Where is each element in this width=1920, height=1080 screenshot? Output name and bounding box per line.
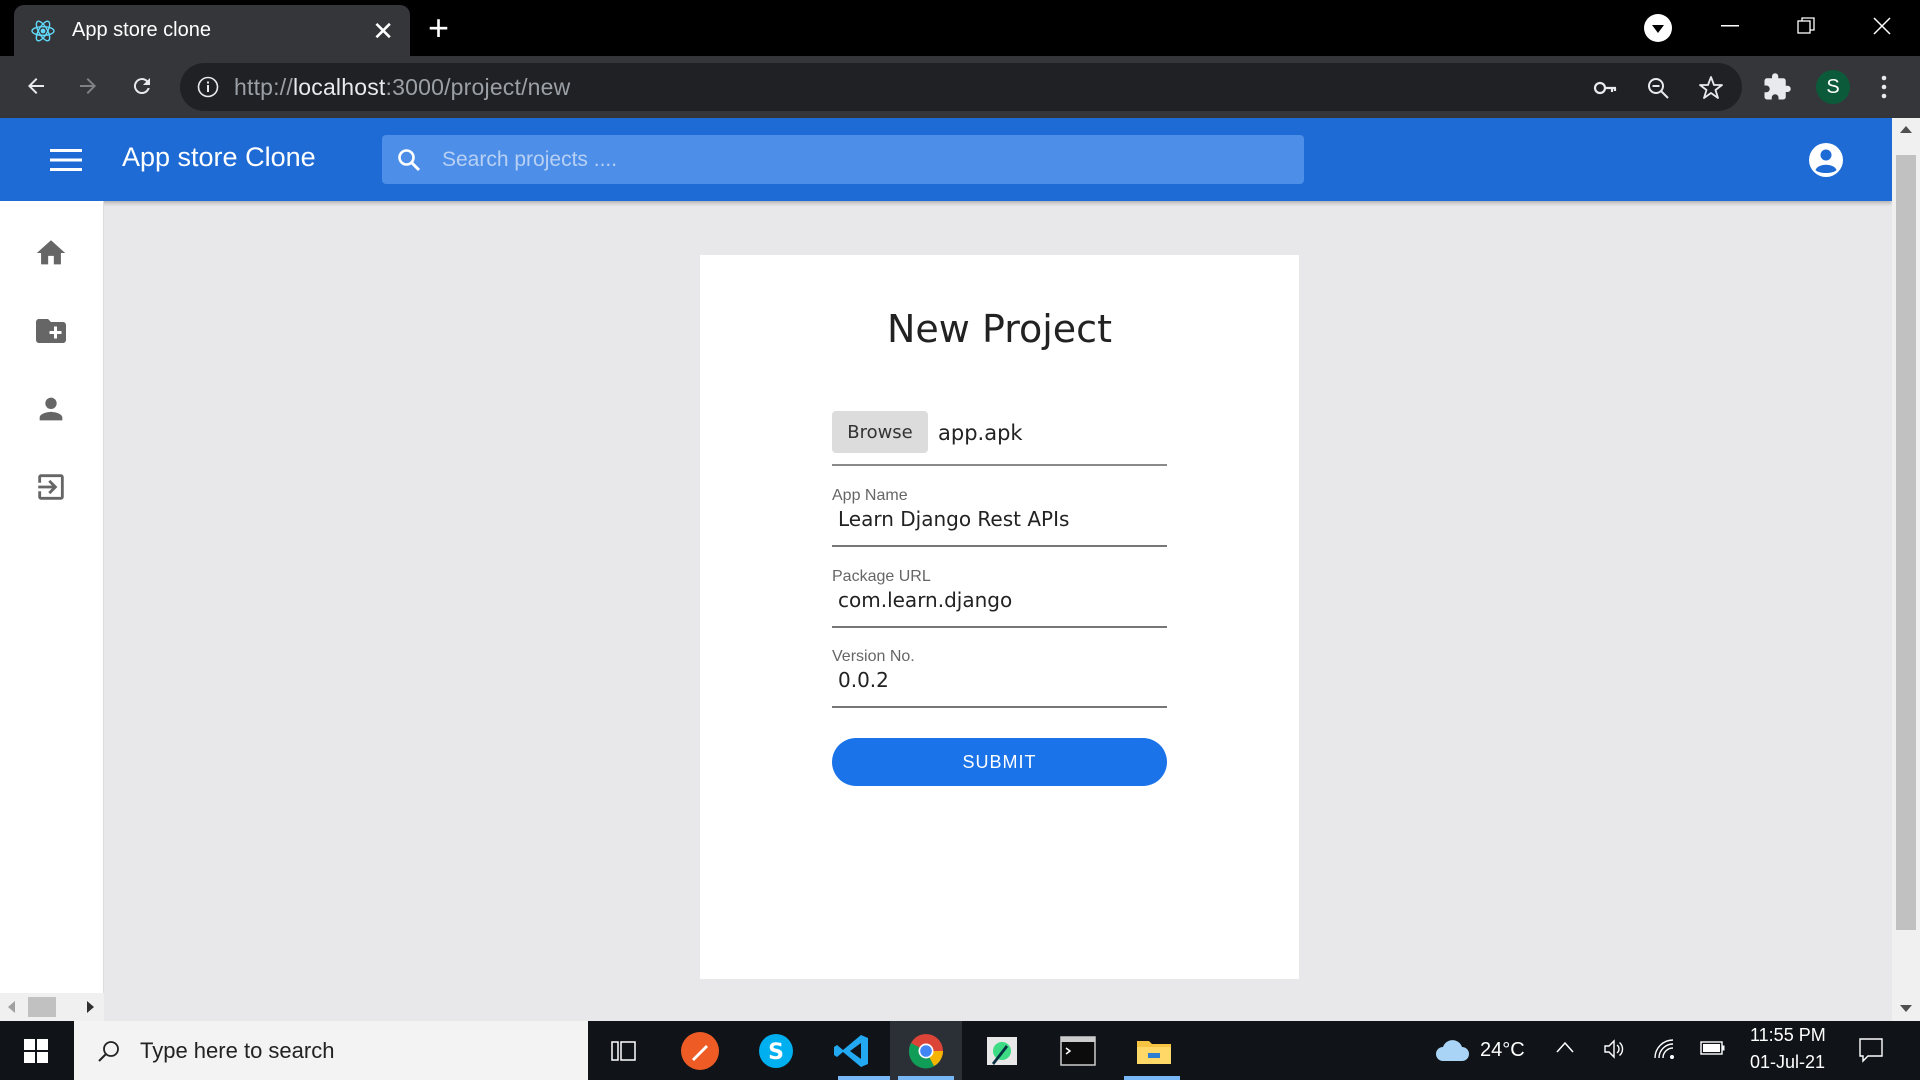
app-name-label: App Name	[832, 487, 908, 504]
taskbar-search[interactable]: Type here to search	[74, 1021, 588, 1080]
app-name-input[interactable]	[838, 507, 1158, 531]
windows-taskbar: Type here to search S 24°C 11:55 PM 01-J…	[0, 1021, 1920, 1080]
app-title: App store Clone	[122, 142, 316, 172]
scroll-up-icon[interactable]	[1899, 124, 1913, 134]
clock-date[interactable]: 01-Jul-21	[1750, 1052, 1825, 1073]
extensions-icon[interactable]	[1762, 72, 1792, 102]
submit-button[interactable]: SUBMIT	[832, 738, 1167, 786]
skype-app-icon[interactable]: S	[754, 1029, 798, 1073]
back-icon[interactable]	[16, 66, 56, 106]
search-icon	[98, 1040, 119, 1062]
sidebar	[0, 201, 104, 1021]
sidebar-item-new-project[interactable]	[32, 312, 70, 350]
address-bar[interactable]: http://localhost:3000/project/new	[180, 63, 1742, 111]
version-field: Version No.	[832, 648, 1167, 708]
search-icon	[398, 148, 421, 171]
android-studio-app-icon[interactable]	[980, 1029, 1024, 1073]
browser-tab-strip: App store clone ✕ +	[0, 0, 1920, 56]
media-control-icon[interactable]	[1644, 14, 1672, 42]
browse-button[interactable]: Browse	[832, 411, 928, 453]
key-icon[interactable]	[1592, 75, 1618, 101]
react-icon	[31, 20, 55, 41]
file-upload-field: Browse app.apk	[832, 411, 1167, 466]
more-menu-icon[interactable]	[1874, 72, 1894, 102]
close-tab-icon[interactable]: ✕	[372, 18, 394, 44]
selected-file-name: app.apk	[938, 421, 1023, 445]
logout-icon	[38, 474, 64, 500]
forward-icon[interactable]	[68, 66, 108, 106]
chevron-up-icon[interactable]	[1556, 1041, 1574, 1053]
sidebar-item-home[interactable]	[32, 234, 70, 272]
horizontal-scroll-thumb[interactable]	[28, 997, 56, 1017]
new-tab-icon[interactable]: +	[428, 8, 449, 48]
battery-icon[interactable]	[1700, 1039, 1726, 1057]
minimize-icon[interactable]	[1710, 6, 1750, 46]
search-input[interactable]	[442, 147, 1262, 172]
explorer-running-indicator	[1124, 1076, 1180, 1080]
home-icon	[36, 240, 66, 265]
menu-icon[interactable]	[50, 146, 84, 174]
weather-cloud-icon[interactable]	[1434, 1037, 1470, 1063]
file-explorer-app-icon[interactable]	[1132, 1029, 1176, 1073]
version-label: Version No.	[832, 648, 915, 665]
vertical-scroll-thumb[interactable]	[1896, 155, 1916, 930]
wifi-icon[interactable]	[1652, 1037, 1676, 1061]
sidebar-item-profile[interactable]	[32, 390, 70, 428]
chrome-running-indicator	[898, 1076, 954, 1080]
vscode-running-indicator	[838, 1076, 894, 1080]
site-info-icon[interactable]	[196, 75, 220, 99]
account-circle-icon[interactable]	[1808, 142, 1844, 178]
package-url-field: Package URL	[832, 568, 1167, 628]
terminal-app-icon[interactable]	[1056, 1029, 1100, 1073]
start-button[interactable]	[14, 1029, 58, 1073]
sidebar-item-logout[interactable]	[32, 468, 70, 506]
vscode-app-icon[interactable]	[830, 1029, 874, 1073]
scroll-right-icon[interactable]	[86, 1000, 96, 1014]
clock-time[interactable]: 11:55 PM	[1750, 1025, 1826, 1046]
app-name-field: App Name	[832, 487, 1167, 547]
browser-toolbar: http://localhost:3000/project/new S	[0, 56, 1920, 118]
scroll-down-icon[interactable]	[1899, 1004, 1913, 1014]
tab-title: App store clone	[72, 19, 211, 41]
bookmark-star-icon[interactable]	[1698, 75, 1724, 101]
weather-temperature: 24°C	[1480, 1039, 1525, 1061]
scroll-left-icon[interactable]	[6, 1000, 16, 1014]
reload-icon[interactable]	[122, 66, 162, 106]
package-url-label: Package URL	[832, 568, 931, 585]
page-title: New Project	[887, 307, 1112, 351]
svg-text:S: S	[768, 1040, 784, 1065]
url-text: http://localhost:3000/project/new	[234, 73, 571, 100]
profile-avatar[interactable]: S	[1816, 70, 1850, 104]
taskbar-search-placeholder: Type here to search	[140, 1037, 335, 1063]
create-folder-icon	[36, 319, 66, 343]
restore-icon[interactable]	[1786, 6, 1826, 46]
task-view-icon[interactable]	[602, 1029, 646, 1073]
close-window-icon[interactable]	[1862, 6, 1902, 46]
person-icon	[39, 397, 63, 421]
windows-logo-icon	[24, 1039, 48, 1063]
volume-icon[interactable]	[1602, 1037, 1626, 1061]
zoom-icon[interactable]	[1645, 75, 1671, 101]
app-header: App store Clone	[0, 118, 1892, 201]
notification-center-icon[interactable]	[1858, 1037, 1884, 1063]
package-url-input[interactable]	[838, 588, 1158, 612]
chrome-app-icon[interactable]	[904, 1029, 948, 1073]
new-project-card: New Project Browse app.apk App Name Pack…	[700, 255, 1299, 979]
postman-app-icon[interactable]	[678, 1029, 722, 1073]
project-search	[382, 135, 1304, 184]
version-input[interactable]	[838, 668, 1158, 692]
browser-tab[interactable]: App store clone ✕	[14, 5, 410, 56]
